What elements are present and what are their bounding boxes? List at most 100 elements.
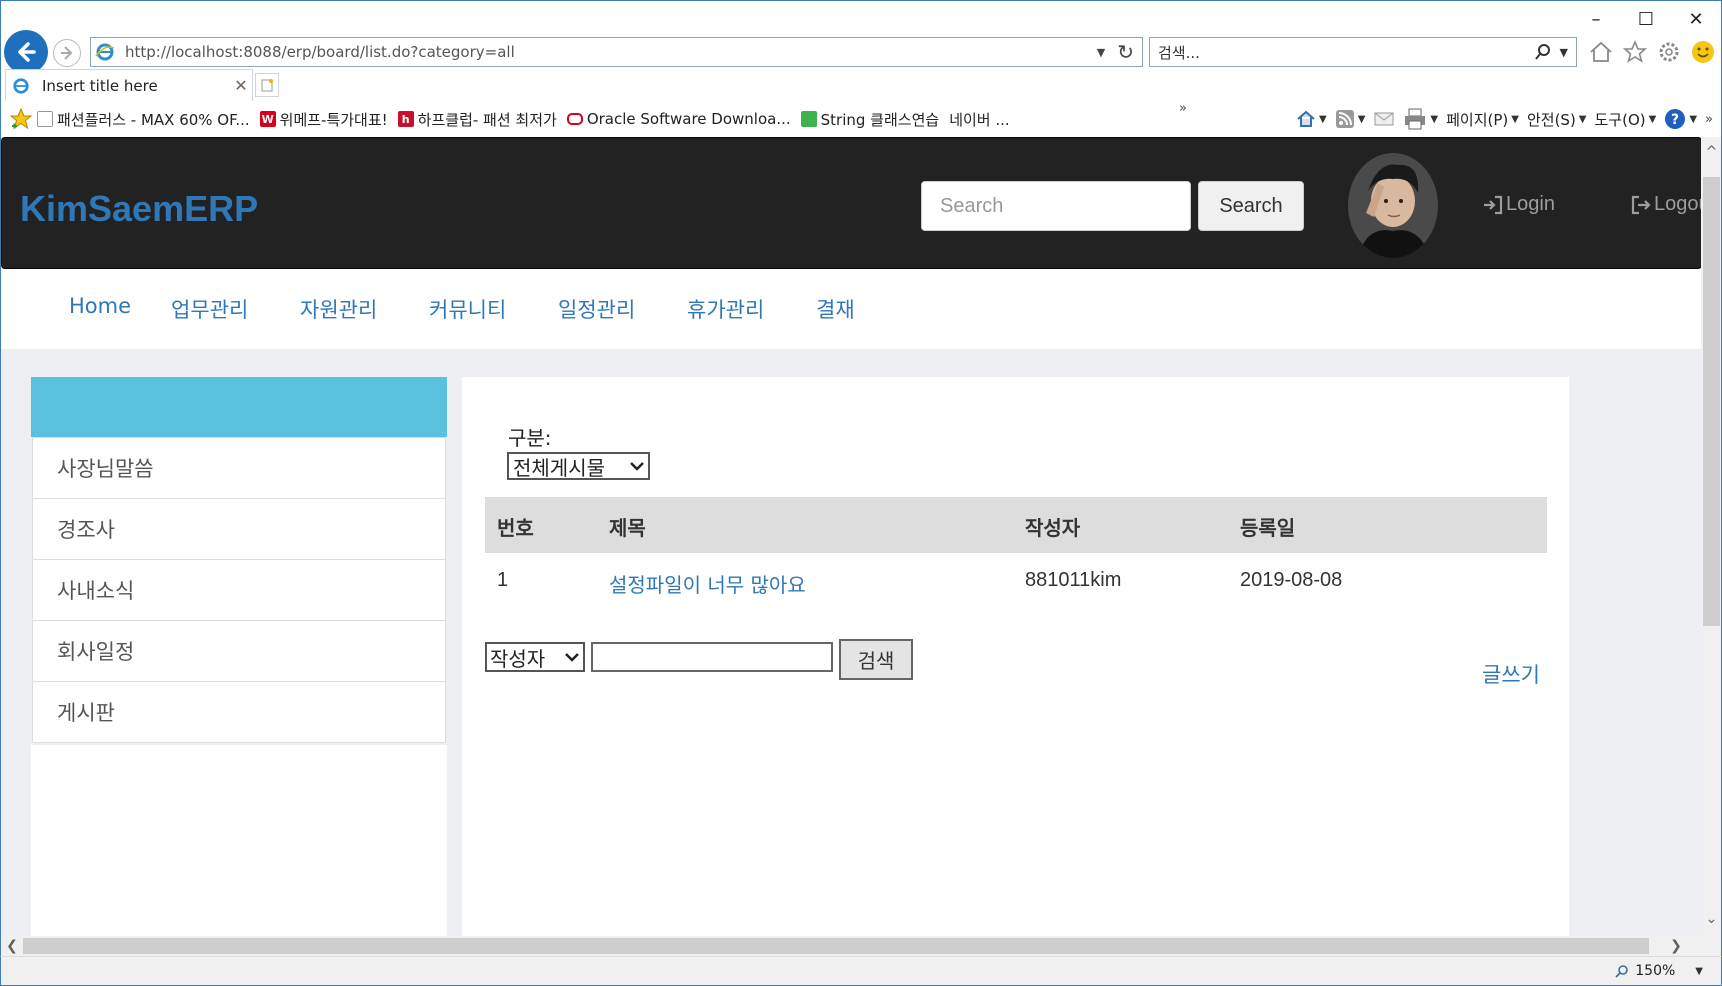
browser-search-box[interactable]: 검색... ▼ xyxy=(1149,37,1577,67)
login-icon xyxy=(1484,195,1503,214)
browser-search-placeholder[interactable]: 검색... xyxy=(1158,42,1534,63)
ie-page-icon xyxy=(95,43,115,61)
menu-home[interactable]: Home xyxy=(69,294,131,318)
favorite-link-1[interactable]: 패션플러스 - MAX 60% OF... xyxy=(37,109,250,130)
status-bar: 150% ▼ xyxy=(0,956,1722,986)
scroll-left-icon[interactable]: ❮ xyxy=(1,936,23,956)
mail-command[interactable] xyxy=(1373,110,1395,128)
board-panel: 구분: 전체게시물 번호 제목 작성자 등록일 1 설정파일이 너무 많아요 8… xyxy=(462,377,1569,936)
print-icon xyxy=(1405,108,1426,130)
menu-work[interactable]: 업무관리 xyxy=(171,294,248,324)
print-command[interactable]: ▼ xyxy=(1403,108,1438,130)
scroll-down-icon[interactable]: ⌄ xyxy=(1701,909,1722,929)
feeds-command[interactable]: ▼ xyxy=(1335,109,1365,129)
row-title-link[interactable]: 설정파일이 너무 많아요 xyxy=(609,569,806,598)
search-dropdown-icon[interactable]: ▼ xyxy=(1560,46,1568,59)
zoom-control[interactable]: 150% ▼ xyxy=(1615,963,1703,979)
home-icon[interactable] xyxy=(1588,39,1614,65)
favorite-link-4[interactable]: Oracle Software Downloa... xyxy=(566,110,791,128)
help-menu[interactable]: ? ▼ xyxy=(1664,108,1697,130)
write-post-link[interactable]: 글쓰기 xyxy=(1482,659,1540,689)
back-button[interactable] xyxy=(4,30,48,74)
smiley-feedback-icon[interactable] xyxy=(1690,39,1716,65)
window-controls: – ☐ ✕ xyxy=(1571,1,1721,37)
row-date: 2019-08-08 xyxy=(1240,569,1343,591)
login-link[interactable]: Login xyxy=(1482,193,1555,216)
favorites-add-icon[interactable] xyxy=(9,107,33,131)
column-title: 제목 xyxy=(609,516,646,540)
command-bar: ▼ ▼ ▼ 페이지(P) ▼ 안전(S) ▼ 도구(O) ▼ ? ▼ » xyxy=(1296,101,1713,137)
address-url[interactable]: http://localhost:8088/erp/board/list.do?… xyxy=(125,43,1097,61)
favorite-label: 네이버 ... xyxy=(949,110,1010,129)
safety-menu-label: 안전(S) xyxy=(1526,110,1576,129)
menu-community[interactable]: 커뮤니티 xyxy=(429,294,506,324)
scroll-up-icon[interactable]: ^ xyxy=(1701,142,1722,162)
sidebar-item-company-schedule[interactable]: 회사일정 xyxy=(32,620,446,682)
close-icon[interactable]: ✕ xyxy=(1671,1,1721,37)
page-menu[interactable]: 페이지(P) ▼ xyxy=(1446,109,1519,130)
scroll-right-icon[interactable]: ❯ xyxy=(1665,936,1687,956)
sidebar-item-board[interactable]: 게시판 xyxy=(32,681,446,743)
column-writer: 작성자 xyxy=(1025,516,1081,540)
row-writer: 881011kim xyxy=(1025,569,1122,591)
new-tab-button[interactable] xyxy=(255,73,279,97)
horizontal-scroll-thumb[interactable] xyxy=(23,938,1649,954)
favorite-label: 하프클럽- 패션 최저가 xyxy=(417,110,557,129)
favorite-link-5[interactable]: String 클래스연습 xyxy=(800,109,939,130)
sidebar-panel xyxy=(31,745,447,936)
category-select[interactable]: 전체게시물 xyxy=(507,452,650,480)
sidebar-item-ceo-message[interactable]: 사장님말씀 xyxy=(32,437,446,499)
forward-button[interactable] xyxy=(53,39,81,67)
favorite-label: 위메프-특가대표! xyxy=(279,110,388,129)
wemakeprice-icon: W xyxy=(259,111,276,127)
column-date: 등록일 xyxy=(1240,516,1296,540)
address-bar[interactable]: http://localhost:8088/erp/board/list.do?… xyxy=(90,37,1143,67)
logout-link[interactable]: Logout xyxy=(1630,193,1701,216)
new-tab-icon xyxy=(261,79,273,92)
tab-active[interactable]: Insert title here ✕ xyxy=(5,69,253,101)
sidebar-item-news[interactable]: 사내소식 xyxy=(32,559,446,621)
menu-vacation[interactable]: 휴가관리 xyxy=(687,294,764,324)
tab-close-icon[interactable]: ✕ xyxy=(230,76,252,95)
address-dropdown-icon[interactable]: ▼ xyxy=(1097,46,1105,59)
zoom-dropdown-icon[interactable]: ▼ xyxy=(1695,966,1703,977)
menu-approval[interactable]: 결재 xyxy=(816,294,855,324)
sidebar-item-events[interactable]: 경조사 xyxy=(32,498,446,560)
home-command[interactable]: ▼ xyxy=(1296,109,1327,129)
favorite-link-6[interactable]: 네이버 ... xyxy=(949,109,1009,130)
filter-search-button[interactable]: 검색 xyxy=(839,639,913,680)
avatar[interactable] xyxy=(1348,153,1438,258)
sidebar-header xyxy=(31,377,447,437)
favorites-overflow-icon[interactable]: » xyxy=(1179,101,1187,116)
app-header: KimSaemERP Search Search Login Logo xyxy=(1,137,1701,269)
favorite-link-2[interactable]: W 위메프-특가대표! xyxy=(259,109,388,130)
oracle-icon xyxy=(566,113,583,125)
maximize-icon[interactable]: ☐ xyxy=(1621,1,1671,37)
tab-ie-icon xyxy=(13,77,29,94)
favorite-link-3[interactable]: h 하프클럽- 패션 최저가 xyxy=(397,109,557,130)
login-label: Login xyxy=(1506,193,1555,215)
filter-search-input[interactable] xyxy=(591,642,833,672)
search-icon[interactable] xyxy=(1534,43,1552,61)
favorites-star-icon[interactable] xyxy=(1622,39,1648,65)
app-search-button[interactable]: Search xyxy=(1198,181,1304,231)
safety-menu[interactable]: 안전(S) ▼ xyxy=(1527,109,1587,130)
menu-schedule[interactable]: 일정관리 xyxy=(558,294,635,324)
scrollbar-corner xyxy=(1701,936,1722,956)
minimize-icon[interactable]: – xyxy=(1571,1,1621,37)
menu-resources[interactable]: 자원관리 xyxy=(300,294,377,324)
tools-menu-label: 도구(O) xyxy=(1594,110,1646,129)
vertical-scroll-thumb[interactable] xyxy=(1703,177,1720,626)
filter-select[interactable]: 작성자 xyxy=(485,642,585,672)
vertical-scrollbar[interactable]: ^ ⌄ xyxy=(1701,137,1722,936)
favorite-label: 패션플러스 - MAX 60% OF... xyxy=(57,110,250,129)
horizontal-scrollbar[interactable]: ❮ ❯ xyxy=(0,936,1701,956)
command-overflow-icon[interactable]: » xyxy=(1705,112,1713,127)
column-number: 번호 xyxy=(497,516,534,540)
tools-menu[interactable]: 도구(O) ▼ xyxy=(1595,109,1657,130)
settings-gear-icon[interactable] xyxy=(1656,39,1682,65)
refresh-icon[interactable]: ↻ xyxy=(1117,40,1134,64)
brand-logo[interactable]: KimSaemERP xyxy=(20,188,258,230)
app-search-input[interactable]: Search xyxy=(921,181,1191,231)
category-label: 구분: xyxy=(508,426,552,450)
